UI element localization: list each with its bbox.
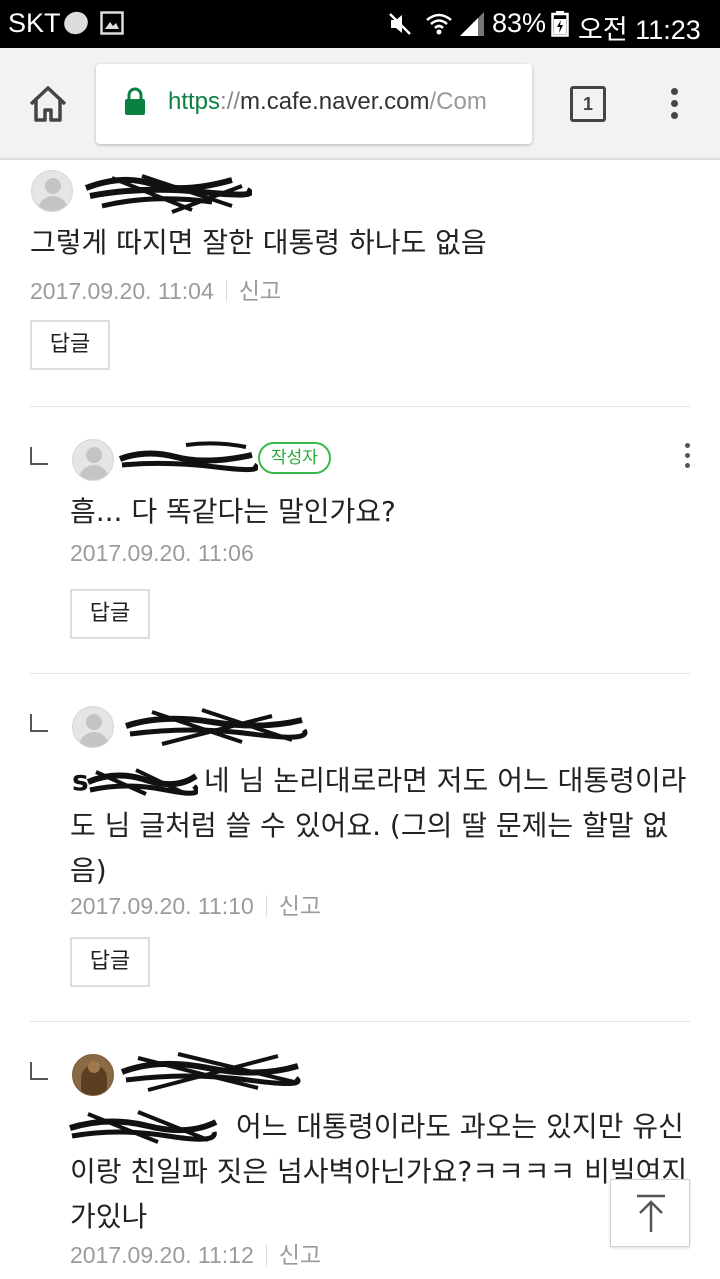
redacted-nickname [118, 441, 258, 473]
comment-item: 네 님 논리대로라면 저도 어느 대통령이라도 님 글처럼 쓸 수 있어요. (… [0, 674, 720, 1022]
battery-icon [551, 11, 569, 37]
browser-menu-icon[interactable] [669, 88, 679, 119]
tab-count: 1 [582, 94, 593, 114]
author-badge: 작성자 [258, 442, 331, 474]
comment-meta: 2017.09.20. 11:06 [70, 540, 254, 567]
redacted-mention: s [70, 762, 200, 800]
url-text: https://m.cafe.naver.com/Com [168, 88, 487, 116]
redacted-nickname [120, 1052, 301, 1092]
comment-item: 작성자 흠... 다 똑같다는 말인가요? 2017.09.20. 11:06 … [0, 407, 720, 673]
home-icon[interactable] [28, 85, 68, 123]
avatar [31, 170, 73, 212]
reply-indent-icon [30, 714, 48, 732]
redacted-mention-scribble [86, 768, 198, 796]
comment-date: 2017.09.20. 11:06 [70, 540, 254, 566]
redacted-nickname [125, 708, 308, 746]
meta-divider [265, 895, 267, 917]
browser-toolbar: https://m.cafe.naver.com/Com 1 [0, 48, 720, 160]
comment-text: 흠... 다 똑같다는 말인가요? [70, 495, 396, 528]
reply-button[interactable]: 답글 [30, 320, 110, 370]
report-link[interactable]: 신고 [279, 893, 321, 919]
comment-date: 2017.09.20. 11:04 [30, 278, 214, 304]
kakao-talk-icon [64, 11, 88, 35]
comment-date: 2017.09.20. 11:10 [70, 893, 254, 919]
redacted-mention [69, 1110, 218, 1144]
reply-button[interactable]: 답글 [70, 937, 150, 987]
gallery-icon [100, 11, 124, 35]
meta-divider [225, 280, 227, 302]
comment-date: 2017.09.20. 11:12 [70, 1242, 254, 1268]
reply-indent-icon [30, 1062, 48, 1080]
report-link[interactable]: 신고 [239, 278, 281, 304]
wifi-icon [426, 13, 452, 35]
redacted-nickname [84, 174, 252, 214]
carrier-label: SKT [8, 8, 61, 38]
url-scheme: https [168, 88, 221, 115]
battery-percent: 83% [492, 8, 547, 38]
tab-switcher-button[interactable]: 1 [570, 86, 606, 122]
avatar [72, 706, 114, 748]
arrow-up-icon [637, 1194, 665, 1232]
address-bar[interactable]: https://m.cafe.naver.com/Com [96, 64, 532, 144]
avatar [72, 439, 114, 481]
reply-button[interactable]: 답글 [70, 589, 150, 639]
mute-icon [389, 13, 411, 35]
comment-meta: 2017.09.20. 11:10 신고 [70, 887, 321, 921]
url-separator: :// [220, 88, 241, 115]
url-path: /Com [429, 88, 487, 115]
comment-meta: 2017.09.20. 11:04 신고 [30, 272, 281, 306]
scroll-top-button[interactable] [610, 1179, 690, 1247]
report-link[interactable]: 신고 [279, 1242, 321, 1268]
url-host: m.cafe.naver.com [240, 88, 430, 115]
avatar [72, 1054, 114, 1096]
comment-item: 그렇게 따지면 잘한 대통령 하나도 없음 2017.09.20. 11:04 신… [0, 160, 720, 406]
comment-text: 그렇게 따지면 잘한 대통령 하나도 없음 [30, 226, 487, 259]
lock-icon [125, 87, 145, 115]
status-bar: SKT 83% 오전 11:23 [0, 0, 720, 48]
meta-divider [265, 1244, 267, 1266]
clock: 오전 11:23 [578, 15, 701, 45]
comment-meta: 2017.09.20. 11:12 신고 [70, 1236, 321, 1270]
comment-menu-icon[interactable] [682, 443, 692, 473]
signal-icon [460, 12, 484, 36]
reply-indent-icon [30, 447, 48, 465]
